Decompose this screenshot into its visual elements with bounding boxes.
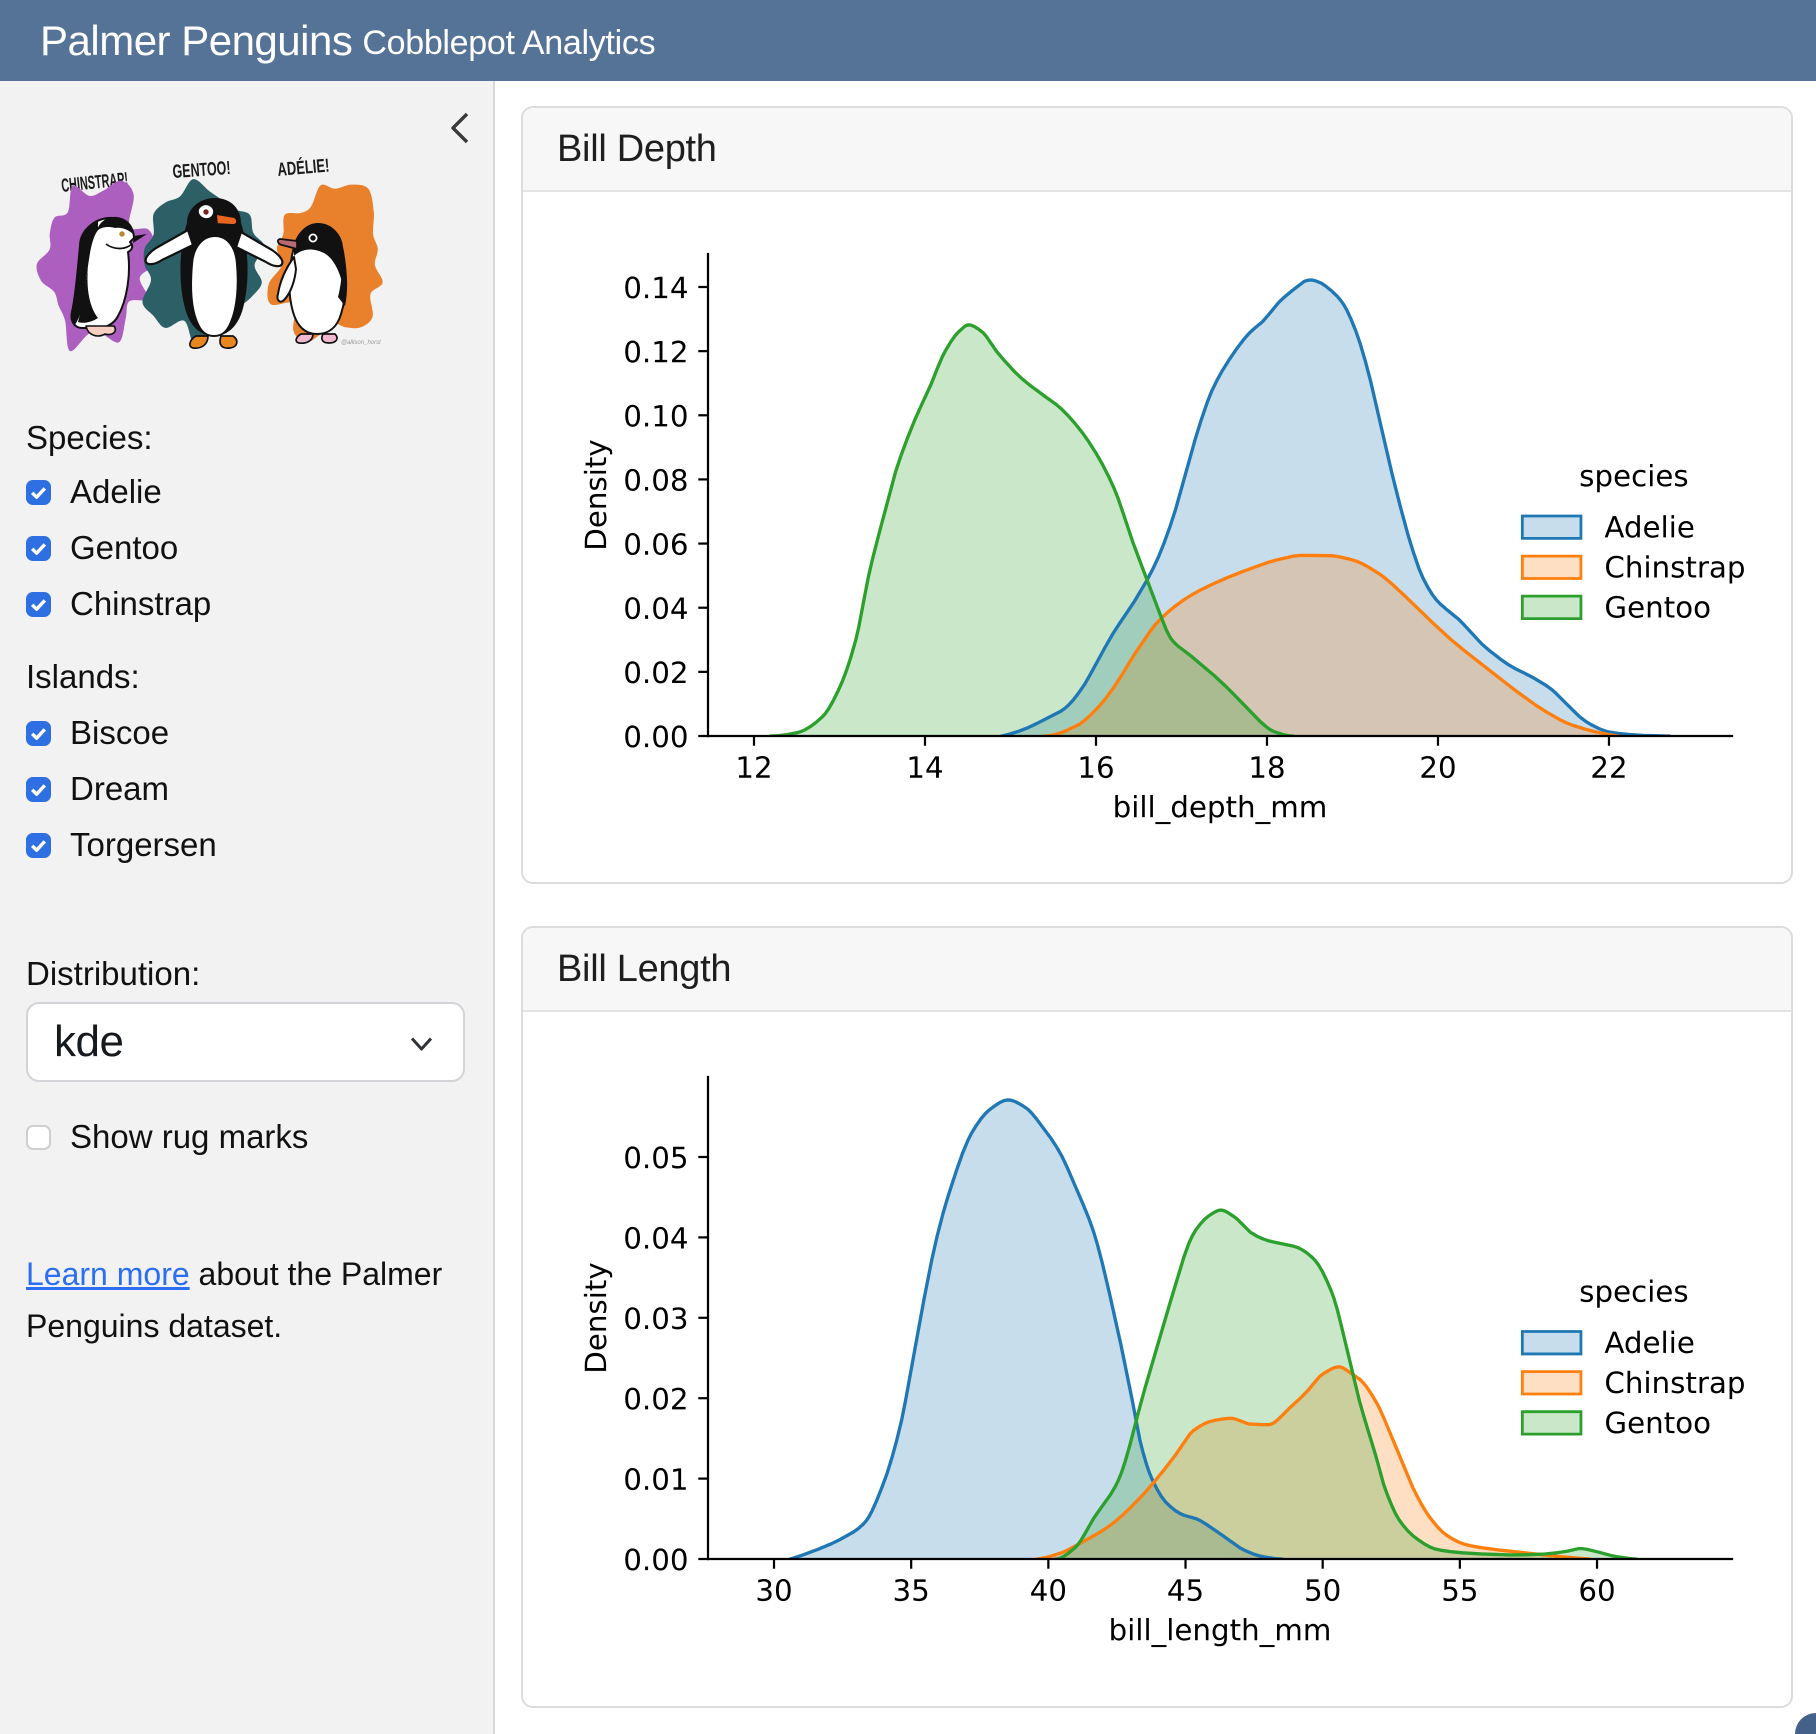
svg-text:@allison_horst: @allison_horst: [341, 340, 381, 346]
svg-text:GENTOO!: GENTOO!: [172, 158, 231, 183]
svg-text:ADÉLIE!: ADÉLIE!: [277, 155, 331, 181]
